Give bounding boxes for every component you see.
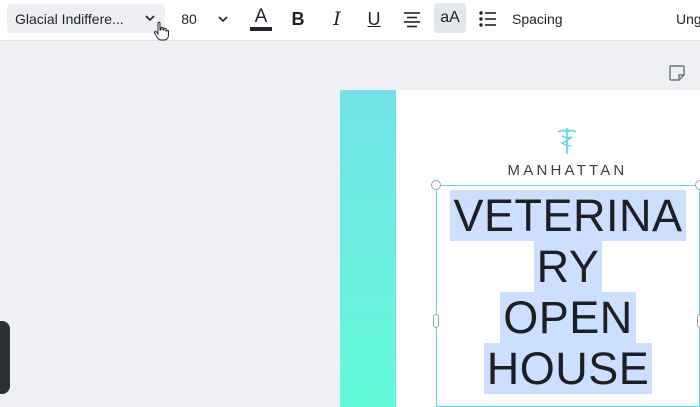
text-color-button[interactable]: A bbox=[248, 4, 274, 34]
text-toolbar: Glacial Indiffere... 80 A B I U aA Spaci… bbox=[0, 0, 700, 41]
align-center-icon bbox=[404, 12, 420, 28]
resize-handle-top-right[interactable] bbox=[695, 180, 700, 190]
font-family-value: Glacial Indiffere... bbox=[15, 10, 124, 27]
caduceus-icon[interactable] bbox=[556, 127, 578, 155]
accent-stripe[interactable] bbox=[340, 90, 396, 407]
italic-button[interactable]: I bbox=[325, 6, 349, 32]
hand-cursor-icon bbox=[153, 21, 169, 41]
spacing-button[interactable]: Spacing bbox=[512, 8, 563, 30]
letter-case-button[interactable]: aA bbox=[434, 3, 466, 33]
bold-button[interactable]: B bbox=[286, 6, 310, 32]
chevron-down-icon bbox=[218, 16, 228, 23]
list-button[interactable] bbox=[476, 7, 500, 31]
bullet-list-icon bbox=[479, 11, 496, 27]
resize-handle-top-left[interactable] bbox=[431, 180, 441, 190]
side-panel-tab[interactable] bbox=[0, 321, 10, 394]
font-size-value[interactable]: 80 bbox=[173, 6, 205, 31]
headline-line: OPEN bbox=[500, 292, 636, 343]
text-color-glyph: A bbox=[254, 5, 268, 27]
design-page[interactable]: MANHATTAN VETERINA RY OPEN HOUSE bbox=[340, 90, 700, 407]
headline-line: RY bbox=[533, 241, 603, 292]
headline-text[interactable]: VETERINA RY OPEN HOUSE bbox=[436, 190, 700, 394]
align-button[interactable] bbox=[400, 7, 424, 31]
sticky-note-icon[interactable] bbox=[668, 64, 686, 82]
underline-button[interactable]: U bbox=[362, 6, 386, 32]
headline-line: VETERINA bbox=[450, 190, 686, 241]
headline-line: HOUSE bbox=[483, 343, 653, 394]
brand-name[interactable]: MANHATTAN bbox=[500, 162, 635, 179]
text-color-swatch bbox=[250, 26, 272, 31]
ungroup-button[interactable]: Ung bbox=[676, 8, 700, 30]
font-family-dropdown[interactable]: Glacial Indiffere... bbox=[7, 4, 165, 33]
font-size-dropdown[interactable] bbox=[212, 8, 234, 30]
